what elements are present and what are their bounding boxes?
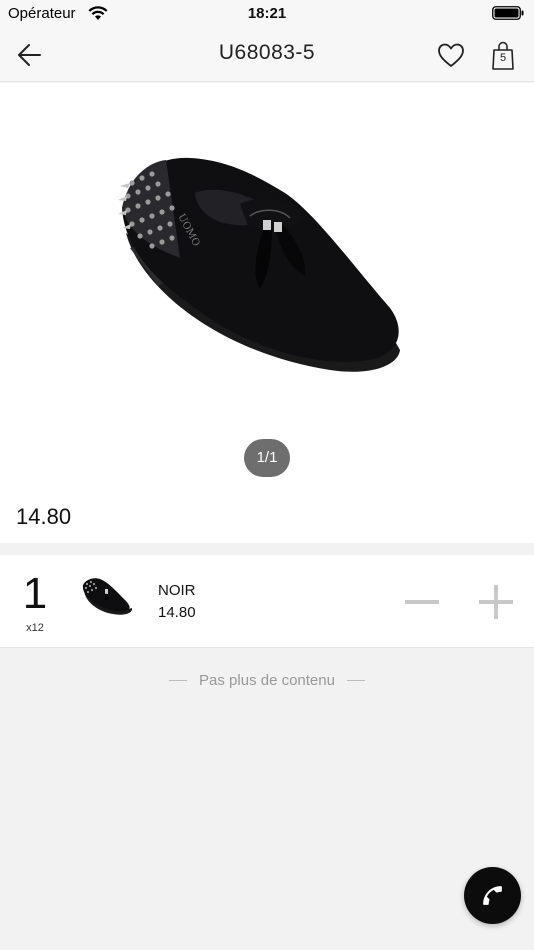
pack-size-label: x12 — [26, 622, 44, 634]
heart-icon[interactable] — [436, 40, 466, 70]
product-price: 14.80 — [16, 504, 72, 529]
variant-row: 1 x12 NOIR 14.80 — [0, 555, 534, 648]
shopping-bag-button[interactable]: 5 — [490, 38, 516, 72]
variant-price: 14.80 — [158, 604, 196, 621]
product-image[interactable]: UOMO — [100, 138, 420, 408]
increase-quantity-button[interactable] — [476, 583, 516, 621]
product-gallery: UOMO 1/1 14.80 — [0, 83, 534, 543]
divider — [346, 679, 365, 681]
image-pager-indicator: 1/1 — [244, 439, 290, 477]
call-button[interactable] — [464, 867, 521, 924]
end-of-content-indicator: Pas plus de contenu — [0, 670, 534, 690]
cart-count-badge: 5 — [499, 52, 507, 64]
end-of-content-text: Pas plus de contenu — [199, 671, 335, 689]
variant-color-label: NOIR — [158, 582, 196, 599]
divider — [169, 679, 188, 681]
status-bar: Opérateur 18:21 — [0, 0, 534, 28]
navigation-bar: U68083-5 5 — [0, 28, 534, 82]
clock: 18:21 — [247, 5, 287, 22]
decrease-quantity-button[interactable] — [402, 585, 442, 619]
battery-icon — [492, 6, 524, 20]
variant-thumbnail — [82, 578, 132, 615]
phone-icon — [483, 886, 502, 905]
quantity-value: 1 — [22, 569, 48, 618]
